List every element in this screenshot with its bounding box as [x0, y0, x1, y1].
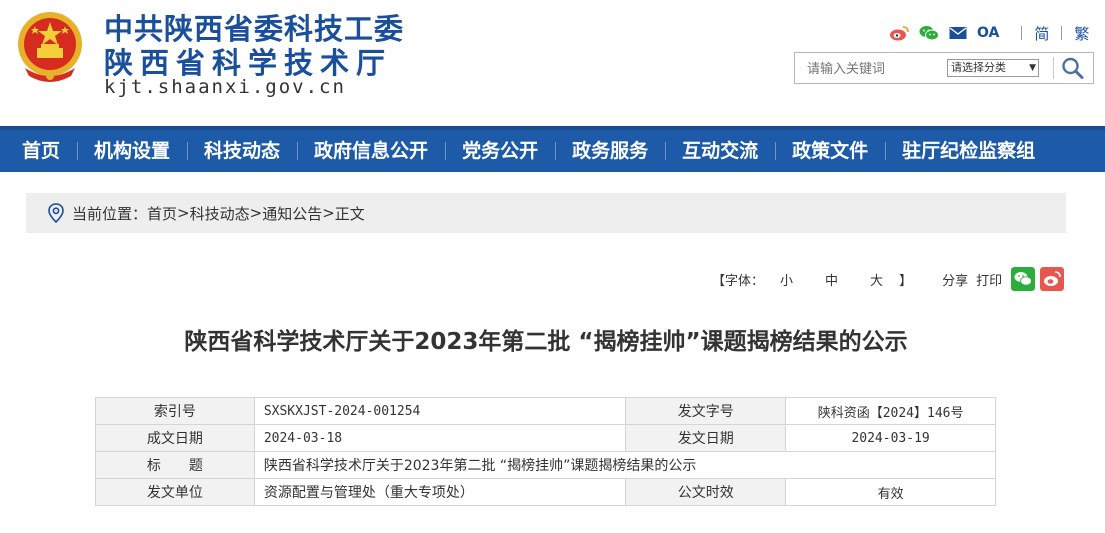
nav-item-discipline[interactable]: 驻厅纪检监察组	[885, 130, 1052, 172]
meta-doc-no-value: 陕科资函【2024】146号	[785, 397, 996, 425]
chevron-down-icon: ▼	[1029, 63, 1036, 73]
meta-index-value: SXSKXJST-2024-001254	[253, 397, 627, 425]
lang-simplified-link[interactable]: 简	[1034, 23, 1049, 44]
mail-icon[interactable]	[949, 26, 967, 40]
meta-label: 发文日期	[625, 424, 787, 452]
article-title: 陕西省科学技术厅关于2023年第二批 “揭榜挂帅”课题揭榜结果的公示	[184, 329, 908, 355]
weibo-icon[interactable]	[889, 25, 909, 41]
main-nav: 首页 机构设置 科技动态 政府信息公开 党务公开 政务服务 互动交流 政策文件 …	[0, 126, 1105, 172]
breadcrumb-home[interactable]: 首页	[147, 203, 177, 224]
meta-issuer-value: 资源配置与管理处（重大专项处）	[253, 478, 627, 506]
nav-item-gov-info[interactable]: 政府信息公开	[297, 130, 445, 172]
oa-link[interactable]: OA	[977, 25, 999, 41]
breadcrumb-prefix: 当前位置：	[72, 204, 148, 223]
breadcrumb: 当前位置： 首页 > 科技动态 > 通知公告 > 正文	[26, 193, 1066, 233]
meta-label: 发文单位	[95, 478, 255, 506]
search-input[interactable]	[805, 57, 939, 81]
document-meta-table: 索引号 SXSKXJST-2024-001254 发文字号 陕科资函【2024】…	[95, 397, 997, 506]
font-medium-button[interactable]: 中	[825, 270, 838, 289]
share-weibo-icon[interactable]	[1040, 267, 1065, 291]
nav-item-party-affairs[interactable]: 党务公开	[445, 130, 555, 172]
divider	[1053, 57, 1054, 79]
search-box: 请选择分类 ▼	[794, 52, 1094, 84]
breadcrumb-separator: >	[249, 204, 263, 222]
divider	[1021, 26, 1023, 40]
meta-subject-value: 陕西省科学技术厅关于2023年第二批 “揭榜挂帅”课题揭榜结果的公示	[253, 451, 997, 479]
site-header: 中共陕西省委科技工委 陕西省科学技术厅 kjt.shaanxi.gov.cn O…	[0, 0, 1105, 126]
print-button[interactable]: 打印	[976, 270, 1002, 289]
search-icon[interactable]	[1060, 56, 1086, 80]
nav-item-home[interactable]: 首页	[0, 130, 77, 172]
meta-created-value: 2024-03-18	[253, 424, 627, 452]
font-small-button[interactable]: 小	[780, 270, 793, 289]
category-select-value: 请选择分类	[951, 61, 1006, 74]
nav-item-organization[interactable]: 机构设置	[77, 130, 187, 172]
share-label: 分享	[942, 273, 969, 289]
category-select[interactable]: 请选择分类 ▼	[947, 59, 1039, 77]
breadcrumb-notices[interactable]: 通知公告	[262, 203, 322, 224]
top-utility-bar: OA 简 繁	[889, 22, 1089, 44]
site-domain: kjt.shaanxi.gov.cn	[104, 76, 346, 98]
table-row: 标 题 陕西省科学技术厅关于2023年第二批 “揭榜挂帅”课题揭榜结果的公示	[95, 451, 997, 479]
nav-item-gov-services[interactable]: 政务服务	[555, 130, 665, 172]
table-row: 发文单位 资源配置与管理处（重大专项处） 公文时效 有效	[95, 478, 996, 506]
breadcrumb-separator: >	[322, 204, 335, 222]
national-emblem-icon	[18, 12, 82, 82]
meta-label: 成文日期	[95, 424, 255, 452]
wechat-icon[interactable]	[919, 25, 939, 41]
table-row: 成文日期 2024-03-18 发文日期 2024-03-19	[95, 424, 996, 452]
font-size-label: 【字体：	[712, 273, 765, 289]
location-pin-icon	[48, 203, 64, 223]
nav-item-policy[interactable]: 政策文件	[775, 130, 885, 172]
breadcrumb-current: 正文	[334, 204, 365, 223]
meta-label: 索引号	[95, 397, 255, 425]
article-tools: 【字体： 小 中 大 】 分享 打印	[712, 266, 1065, 292]
lang-traditional-link[interactable]: 繁	[1074, 23, 1089, 44]
meta-label: 标 题	[95, 451, 255, 479]
nav-item-news[interactable]: 科技动态	[187, 130, 297, 172]
meta-validity-value: 有效	[785, 478, 996, 506]
nav-item-interaction[interactable]: 互动交流	[665, 130, 775, 172]
meta-issued-value: 2024-03-19	[785, 424, 996, 452]
breadcrumb-separator: >	[177, 204, 190, 222]
meta-label: 公文时效	[625, 478, 787, 506]
table-row: 索引号 SXSKXJST-2024-001254 发文字号 陕科资函【2024】…	[95, 397, 996, 425]
breadcrumb-news[interactable]: 科技动态	[190, 203, 250, 224]
font-size-end: 】	[899, 273, 913, 289]
share-wechat-icon[interactable]	[1011, 267, 1036, 291]
meta-label: 发文字号	[625, 397, 787, 425]
font-large-button[interactable]: 大	[870, 270, 883, 289]
divider	[1061, 26, 1063, 40]
